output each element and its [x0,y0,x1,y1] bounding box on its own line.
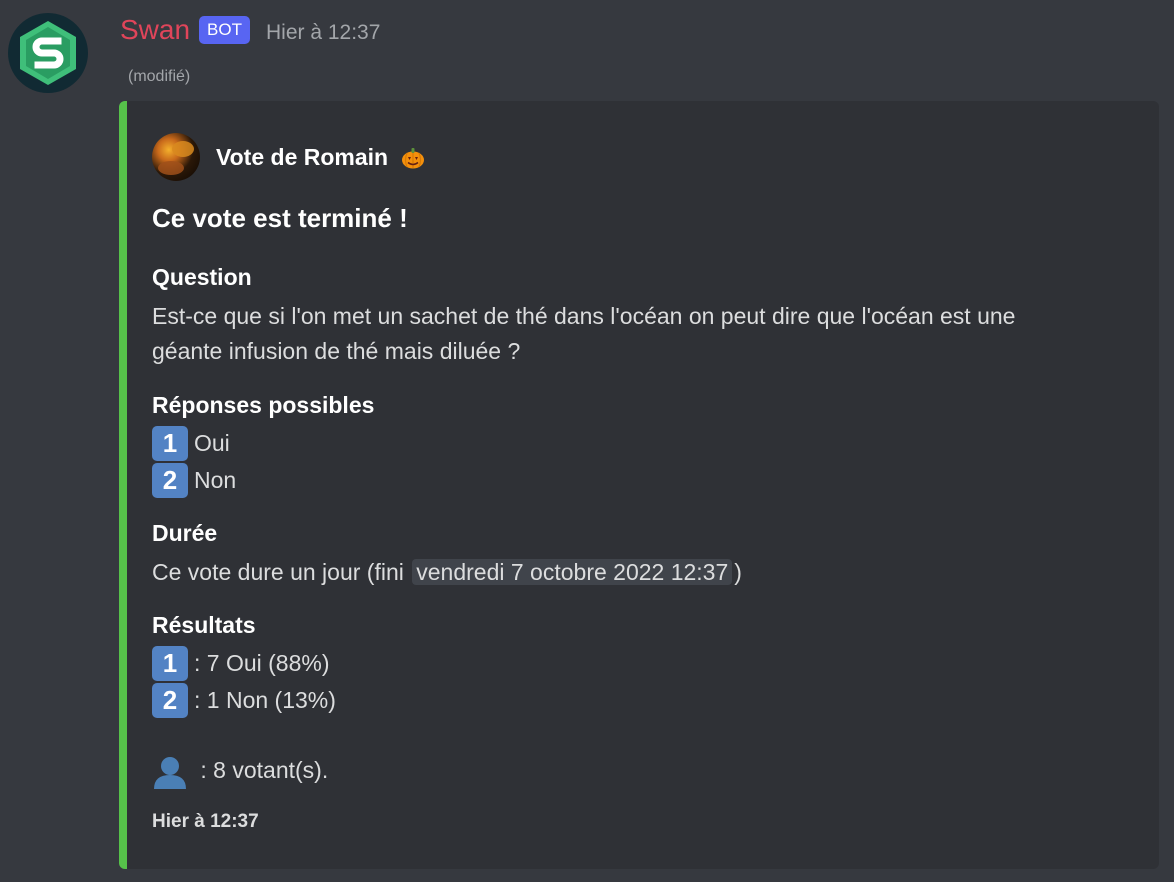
poll-embed: Vote de Romain Ce vote est terminé ! Que… [119,101,1159,869]
username[interactable]: Swan [120,14,190,46]
result-text: : 1 Non (13%) [194,687,336,713]
keycap-2-icon: 2 [152,683,188,718]
results-field-name: Résultats [152,612,256,638]
results-field-value: 1 : 7 Oui (88%) 2 : 1 Non (13%) [152,645,336,719]
message-timestamp[interactable]: Hier à 12:37 [266,21,380,45]
result-row: 2 : 1 Non (13%) [152,682,336,719]
embed-author: Vote de Romain [152,133,425,181]
response-option: 1 Oui [152,425,236,462]
question-line-2: géante infusion de thé mais diluée ? [152,338,521,364]
result-text: : 7 Oui (88%) [194,650,330,676]
edited-label: (modifié) [128,68,191,85]
response-label: Oui [194,430,230,456]
keycap-2-icon: 2 [152,463,188,498]
response-label: Non [194,467,237,493]
question-field-value: Est-ce que si l'on met un sachet de thé … [152,299,1015,369]
keycap-1-icon: 1 [152,646,188,681]
duration-suffix: ) [734,559,742,585]
question-line-1: Est-ce que si l'on met un sachet de thé … [152,303,1016,329]
bust-silhouette-icon [154,756,186,789]
end-date-timestamp[interactable]: vendredi 7 octobre 2022 12:37 [412,559,733,585]
author-name: Vote de Romain [216,144,425,171]
responses-field-value: 1 Oui 2 Non [152,425,236,499]
pumpkin-icon [401,148,424,169]
embed-title: Ce vote est terminé ! [152,203,408,233]
duration-prefix: Ce vote dure un jour (fini [152,559,404,585]
bot-tag: BOT [199,16,250,44]
embed-footer-timestamp: Hier à 12:37 [152,811,259,832]
bot-avatar[interactable] [8,13,88,93]
shield-s-logo-icon [20,21,76,85]
voters-text: : 8 votant(s). [200,757,329,783]
question-field-name: Question [152,264,252,290]
duration-field-value: Ce vote dure un jour (fini vendredi 7 oc… [152,555,742,590]
author-avatar [152,133,200,181]
voters-line: : 8 votant(s). [152,753,328,789]
response-option: 2 Non [152,462,236,499]
message-header: Swan BOT Hier à 12:37 [120,14,380,46]
responses-field-name: Réponses possibles [152,392,375,418]
result-row: 1 : 7 Oui (88%) [152,645,336,682]
duration-field-name: Durée [152,520,218,546]
keycap-1-icon: 1 [152,426,188,461]
